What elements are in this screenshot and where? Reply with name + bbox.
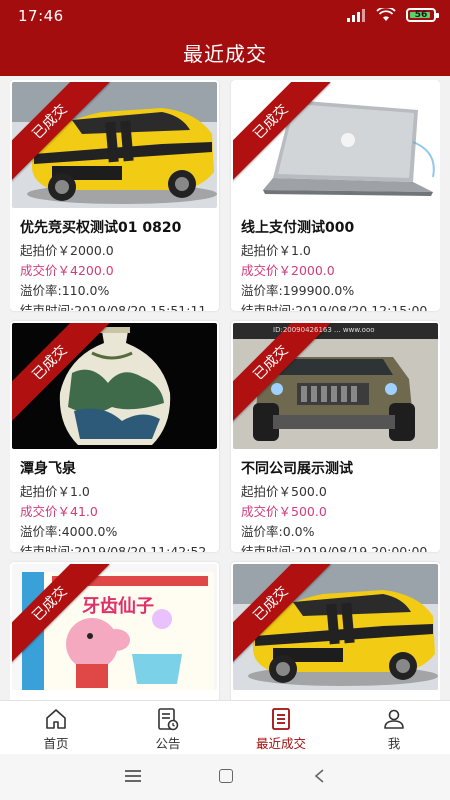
start-price: 起拍价￥1.0 <box>241 243 311 258</box>
announcement-icon <box>158 708 179 731</box>
nav-recent-deals[interactable]: 最近成交 <box>225 701 337 755</box>
end-time: 结束时间:2019/08/20 15:51:11 <box>20 303 207 311</box>
deal-price: 成交价￥41.0 <box>20 504 98 519</box>
bottom-nav: 首页 公告 最近成交 我 <box>0 700 450 754</box>
deal-price: 成交价￥2000.0 <box>241 263 335 278</box>
deal-card[interactable]: 已成交 优先竞买权测试01 0820 起拍价￥2000.0 成交价￥4200.0… <box>10 80 219 311</box>
premium-rate: 溢价率:110.0% <box>20 283 110 298</box>
end-time: 结束时间:2019/08/20 12:15:00 <box>241 303 428 311</box>
status-bar: 17:46 56 <box>0 0 450 34</box>
system-nav-bar <box>0 754 450 800</box>
image-watermark: ID:20090426163 ... www.ooo <box>273 326 375 334</box>
wifi-icon <box>376 8 396 21</box>
premium-rate: 溢价率:4000.0% <box>20 524 118 539</box>
end-time: 结束时间:2019/08/19 20:00:00 <box>241 544 428 552</box>
peppa-pig-book-image: 牙齿仙子 已成交 <box>12 564 217 690</box>
nav-profile[interactable]: 我 <box>338 701 450 755</box>
deal-card[interactable]: 已成交 ID:20090426163 ... www.ooo 不同公司展示测试 … <box>231 321 440 552</box>
status-time: 17:46 <box>18 7 64 25</box>
porcelain-vase-image: 已成交 <box>12 323 217 449</box>
deal-card[interactable]: 已成交 线上支付测试000 起拍价￥1.0 成交价￥2000.0 溢价率:199… <box>231 80 440 311</box>
nav-label: 我 <box>387 736 401 751</box>
deal-title: 优先竞买权测试01 0820 <box>20 220 182 236</box>
silver-laptop-image: 已成交 <box>233 82 438 208</box>
back-icon[interactable] <box>313 769 327 783</box>
start-price: 起拍价￥2000.0 <box>20 243 114 258</box>
menu-icon[interactable] <box>125 770 141 782</box>
nav-announcement[interactable]: 公告 <box>112 701 224 755</box>
premium-rate: 溢价率:0.0% <box>241 524 315 539</box>
deal-card[interactable]: 已成交 <box>231 562 440 700</box>
deals-grid: 已成交 优先竞买权测试01 0820 起拍价￥2000.0 成交价￥4200.0… <box>10 80 440 700</box>
home-square-icon[interactable] <box>219 769 233 783</box>
profile-icon <box>384 709 404 729</box>
deal-price: 成交价￥500.0 <box>241 504 327 519</box>
start-price: 起拍价￥1.0 <box>20 484 90 499</box>
yellow-sports-car-image: 已成交 <box>12 82 217 208</box>
deal-price: 成交价￥4200.0 <box>20 263 114 278</box>
yellow-sports-car-image: 已成交 <box>233 564 438 690</box>
recent-deals-icon <box>272 708 290 730</box>
battery-icon: 56 <box>406 8 439 22</box>
start-price: 起拍价￥500.0 <box>241 484 327 499</box>
book-title: 牙齿仙子 <box>82 596 154 617</box>
home-icon <box>46 709 66 729</box>
deal-title: 潭身飞泉 <box>20 461 76 477</box>
deal-card[interactable]: 牙齿仙子 已成交 <box>10 562 219 700</box>
end-time: 结束时间:2019/08/20 11:42:52 <box>20 544 207 552</box>
deal-title: 线上支付测试000 <box>241 220 355 236</box>
nav-label: 公告 <box>155 736 181 751</box>
hummer-suv-image: 已成交 ID:20090426163 ... www.ooo <box>233 323 438 449</box>
nav-home[interactable]: 首页 <box>0 701 112 755</box>
page-title: 最近成交 <box>183 42 267 66</box>
premium-rate: 溢价率:199900.0% <box>241 283 355 298</box>
app-header: 17:46 56 最近成交 <box>0 0 450 76</box>
signal-icon <box>347 9 365 22</box>
deal-card[interactable]: 已成交 潭身飞泉 起拍价￥1.0 成交价￥41.0 溢价率:4000.0% 结束… <box>10 321 219 552</box>
nav-label: 首页 <box>43 736 69 751</box>
deal-title: 不同公司展示测试 <box>241 461 353 477</box>
nav-label: 最近成交 <box>255 736 306 751</box>
